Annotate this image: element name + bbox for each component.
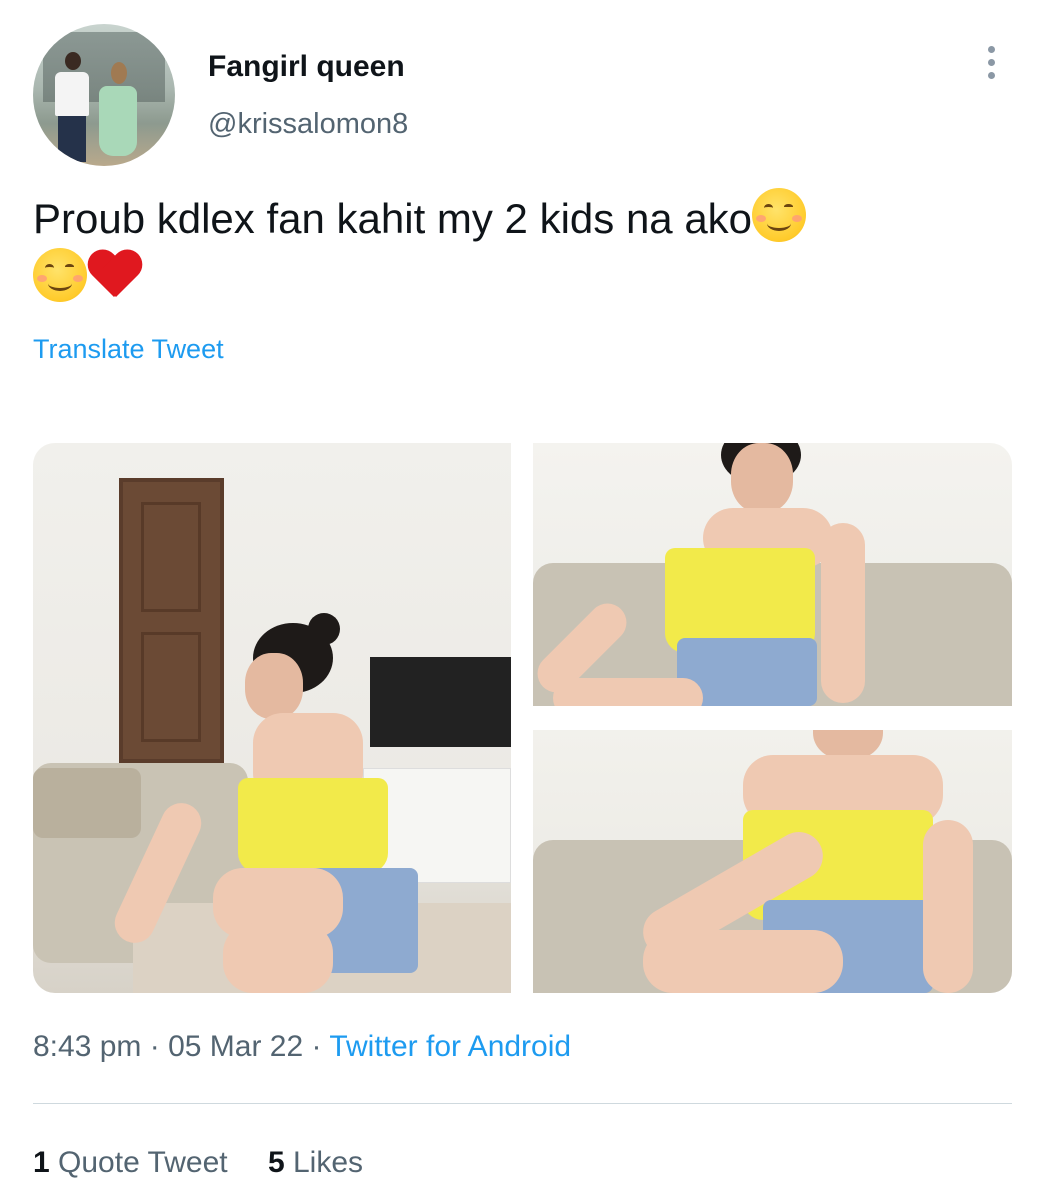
meta-separator: · bbox=[311, 1030, 322, 1063]
woman-figure bbox=[603, 730, 983, 993]
media-grid bbox=[33, 443, 1012, 993]
divider bbox=[33, 1103, 1012, 1104]
tweet-time[interactable]: 8:43 pm bbox=[33, 1030, 141, 1063]
photo-3[interactable] bbox=[533, 730, 1012, 993]
meta-separator: · bbox=[149, 1030, 160, 1063]
tweet-meta: 8:43 pm · 05 Mar 22 · Twitter for Androi… bbox=[33, 1030, 571, 1064]
red-heart-emoji-icon bbox=[87, 249, 143, 301]
translate-tweet-link[interactable]: Translate Tweet bbox=[33, 334, 224, 365]
woman-figure bbox=[533, 443, 883, 706]
tweet-date[interactable]: 05 Mar 22 bbox=[168, 1030, 303, 1063]
tweet-source-link[interactable]: Twitter for Android bbox=[329, 1030, 571, 1063]
tweet-stats: 1 Quote Tweet 5 Likes bbox=[33, 1146, 363, 1180]
like-count: 5 bbox=[267, 1146, 285, 1179]
tweet-text-line2 bbox=[33, 248, 993, 308]
woman-figure bbox=[108, 613, 418, 993]
user-handle[interactable]: @krissalomon8 bbox=[208, 108, 408, 141]
quote-tweets-stat[interactable]: 1 Quote Tweet bbox=[33, 1146, 228, 1180]
smiling-face-emoji-icon bbox=[33, 248, 87, 302]
likes-stat[interactable]: 5 Likes bbox=[268, 1146, 363, 1180]
tweet-text: Proub kdlex fan kahit my 2 kids na ako bbox=[33, 188, 993, 308]
pillow bbox=[33, 768, 141, 838]
smiling-face-emoji-icon bbox=[752, 188, 807, 242]
tweet-text-line1: Proub kdlex fan kahit my 2 kids na ako bbox=[33, 195, 753, 242]
quote-label: Quote Tweet bbox=[58, 1146, 228, 1179]
quote-count: 1 bbox=[33, 1146, 50, 1179]
like-label: Likes bbox=[292, 1146, 364, 1179]
photo-1[interactable] bbox=[33, 443, 511, 993]
avatar[interactable] bbox=[33, 24, 175, 166]
display-name[interactable]: Fangirl queen bbox=[208, 50, 405, 84]
more-options-icon[interactable] bbox=[984, 46, 998, 86]
photo-2[interactable] bbox=[533, 443, 1012, 706]
